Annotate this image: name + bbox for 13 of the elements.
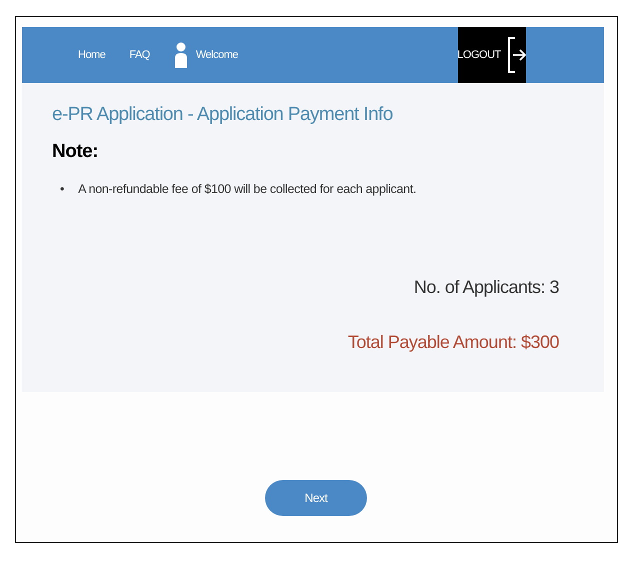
welcome-link[interactable]: Welcome <box>196 46 238 64</box>
total-amount: Total Payable Amount: $300 <box>348 330 559 354</box>
next-button[interactable]: Next <box>265 480 367 516</box>
applicant-count: No. of Applicants: 3 <box>414 276 559 299</box>
nav-link[interactable]: FAQ <box>129 46 150 64</box>
note-heading: Note: <box>52 140 100 164</box>
nav-link[interactable]: Home <box>78 46 106 64</box>
logout-icon <box>506 37 527 73</box>
bullet: • <box>60 181 64 198</box>
note-text: A non-refundable fee of $100 will be collected for each applicant. <box>78 181 416 198</box>
logout-button[interactable]: LOGOUT <box>458 27 526 83</box>
user-icon <box>174 42 188 68</box>
page-title: e-PR Application - Application Payment Info <box>52 103 394 127</box>
